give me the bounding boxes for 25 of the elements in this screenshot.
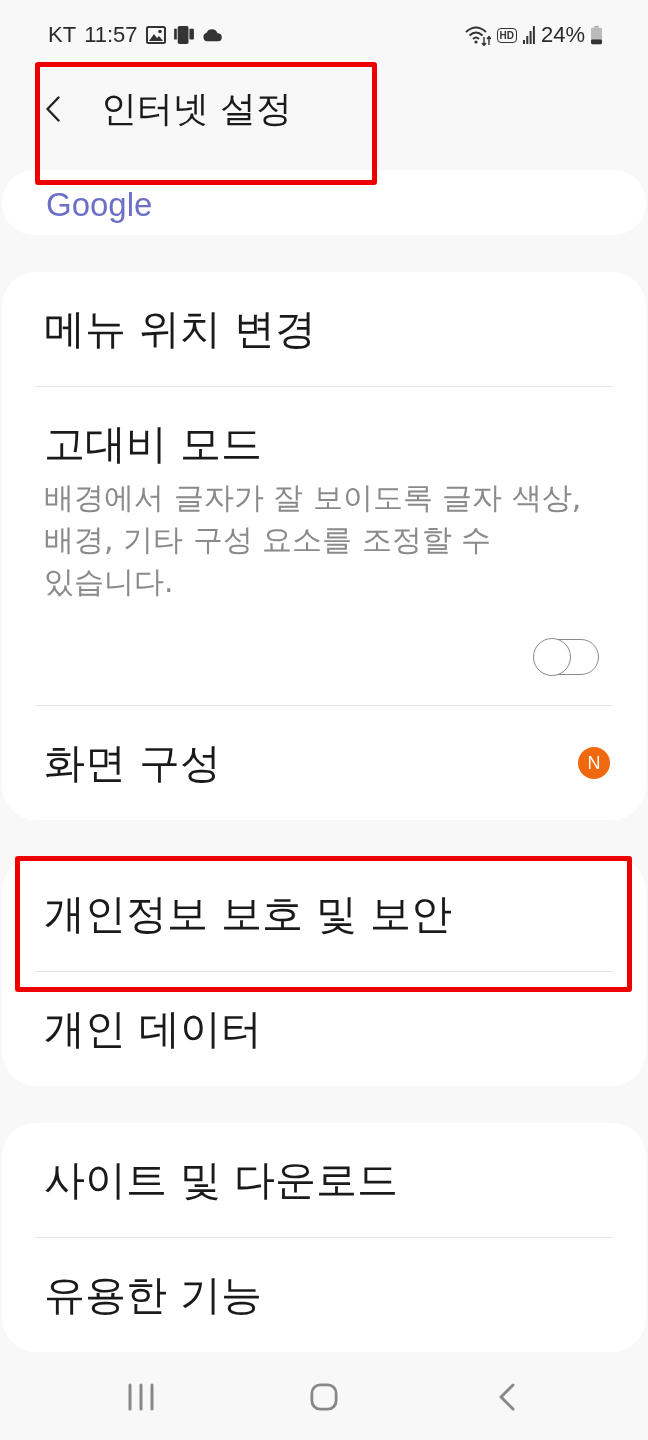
battery-percent: 24% xyxy=(540,22,585,48)
wifi-icon xyxy=(464,24,491,46)
menu-item[interactable]: 사이트 및 다운로드 xyxy=(36,1156,399,1204)
carrier-name: KT xyxy=(48,22,77,48)
menu-item[interactable]: 개인정보 보호 및 보안 xyxy=(36,890,453,938)
clock-time: 11:57 xyxy=(84,22,138,48)
menu-item[interactable]: 유용한 기능 xyxy=(36,1271,263,1319)
item-description: 배경에서 글자가 잘 보이도록 글자 색상, 배경, 기타 구성 요소를 조정할 수 있습니다. xyxy=(43,479,583,601)
chevron-left-icon xyxy=(46,96,60,122)
phone-icon xyxy=(173,26,194,44)
signal-icon xyxy=(522,26,535,44)
rounded-square-icon xyxy=(310,1382,338,1411)
three-lines-icon xyxy=(127,1382,156,1411)
battery-icon xyxy=(591,25,602,45)
page-title: 인터넷 설정 xyxy=(101,87,293,131)
image-icon xyxy=(145,26,166,44)
link-item[interactable]: Google xyxy=(36,187,153,223)
menu-item[interactable]: 화면 구성 xyxy=(36,739,222,787)
new-badge: N xyxy=(578,747,610,779)
cloud-icon xyxy=(201,26,222,44)
toggle-switch[interactable] xyxy=(533,638,599,676)
menu-item[interactable]: 메뉴 위치 변경 xyxy=(36,305,317,353)
menu-item[interactable]: 고대비 모드 xyxy=(36,420,263,468)
call-quality-indicator: HD xyxy=(496,27,517,43)
menu-item[interactable]: 개인 데이터 xyxy=(36,1005,263,1053)
